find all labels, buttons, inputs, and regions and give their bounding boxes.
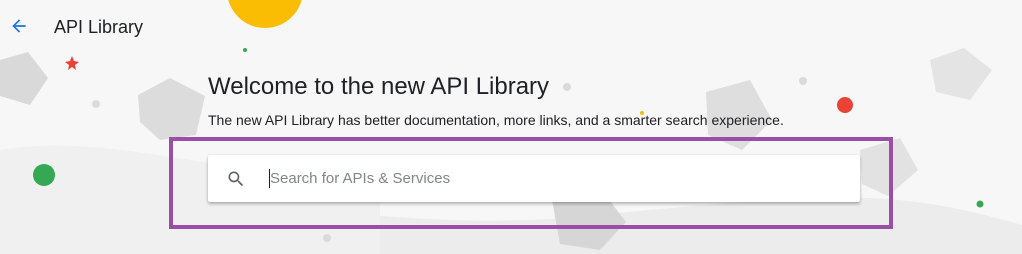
decor-dot [92, 100, 100, 108]
decor-dot [563, 83, 571, 91]
green-dot [976, 200, 984, 208]
arrow-back-icon [12, 19, 26, 33]
decor-dot [323, 234, 331, 242]
welcome-subtitle: The new API Library has better documenta… [208, 112, 784, 128]
page-title: API Library [54, 17, 144, 37]
search-box[interactable] [208, 155, 860, 202]
welcome-heading: Welcome to the new API Library [208, 73, 550, 100]
back-button[interactable] [6, 13, 32, 39]
crystal-shape [138, 78, 205, 140]
green-circle [33, 164, 55, 186]
red-circle [837, 97, 853, 113]
top-bar: API Library [0, 0, 1022, 54]
search-input[interactable] [270, 155, 842, 202]
search-icon [228, 171, 244, 187]
red-star [65, 56, 79, 70]
crystal-shape [0, 52, 48, 105]
crystal-shape [930, 48, 992, 100]
decor-dot [799, 77, 807, 85]
